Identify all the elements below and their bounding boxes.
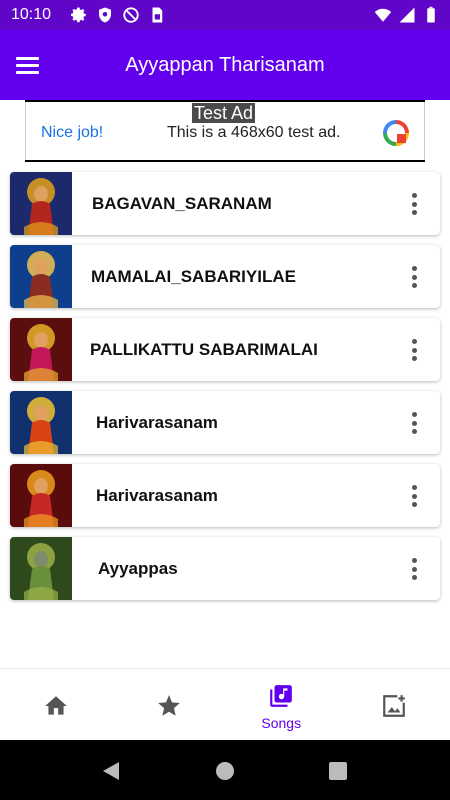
ayyappan-thumbnail-icon — [10, 172, 72, 235]
more-options-icon[interactable] — [410, 193, 418, 215]
song-title: BAGAVAN_SARANAM — [92, 194, 272, 213]
more-options-icon[interactable] — [410, 266, 418, 288]
ad-choices-logo-icon[interactable] — [382, 119, 410, 147]
song-list: BAGAVAN_SARANAM MAMALAI_SABARIYILAE PALLIK… — [10, 172, 440, 610]
home-circle-icon[interactable] — [214, 760, 236, 782]
app-bar: Ayyappan Tharisanam — [0, 30, 450, 100]
system-navigation-bar — [0, 740, 450, 800]
ayyappan-thumbnail-icon — [10, 245, 72, 308]
more-options-icon[interactable] — [410, 558, 418, 580]
song-title: MAMALAI_SABARIYILAE — [91, 267, 296, 286]
song-title: Ayyappas — [98, 559, 178, 578]
nav-home[interactable] — [0, 669, 113, 740]
nav-favorites[interactable] — [113, 669, 226, 740]
song-list-item[interactable]: MAMALAI_SABARIYILAE — [10, 245, 440, 308]
app-title: Ayyappan Tharisanam — [125, 54, 325, 76]
back-icon[interactable] — [100, 760, 122, 782]
more-options-icon[interactable] — [410, 485, 418, 507]
more-options-icon[interactable] — [410, 412, 418, 434]
song-title: PALLIKATTU SABARIMALAI — [90, 340, 318, 359]
song-title: Harivarasanam — [96, 413, 218, 432]
song-list-item[interactable]: Ayyappas — [10, 537, 440, 600]
settings-icon — [71, 7, 86, 23]
song-list-item[interactable]: Harivarasanam — [10, 391, 440, 454]
song-list-item[interactable]: Harivarasanam — [10, 464, 440, 527]
nav-songs[interactable]: Songs — [225, 669, 338, 740]
nav-gallery[interactable] — [338, 669, 450, 740]
ayyappan-thumbnail-icon — [10, 391, 72, 454]
block-icon — [123, 7, 139, 23]
signal-icon — [399, 7, 415, 23]
ad-headline: Nice job! — [41, 124, 104, 141]
ad-body: This is a 468x60 test ad. — [167, 124, 341, 141]
nav-songs-label: Songs — [261, 715, 302, 731]
ayyappan-thumbnail-icon — [10, 464, 72, 527]
shield-icon — [99, 7, 111, 23]
star-icon — [157, 695, 180, 716]
test-ad-tag: Test Ad — [192, 103, 256, 123]
song-list-item[interactable]: PALLIKATTU SABARIMALAI — [10, 318, 440, 381]
song-title: Harivarasanam — [96, 486, 218, 505]
sim-card-icon — [152, 7, 163, 23]
ayyappan-thumbnail-icon — [10, 318, 72, 381]
music-library-icon — [270, 685, 293, 707]
ganesha-thumbnail-icon — [10, 537, 72, 600]
system-status-icons — [374, 6, 440, 24]
status-bar: 10:10 — [0, 0, 450, 30]
song-list-item[interactable]: BAGAVAN_SARANAM — [10, 172, 440, 235]
status-time: 10:10 — [11, 6, 52, 23]
battery-icon — [427, 6, 435, 23]
bottom-navigation: Songs — [0, 668, 450, 740]
gallery-icon — [382, 694, 406, 717]
home-icon — [45, 696, 68, 715]
recents-icon[interactable] — [327, 760, 349, 782]
more-options-icon[interactable] — [410, 339, 418, 361]
notification-icons — [70, 6, 166, 24]
wifi-icon — [374, 8, 392, 22]
